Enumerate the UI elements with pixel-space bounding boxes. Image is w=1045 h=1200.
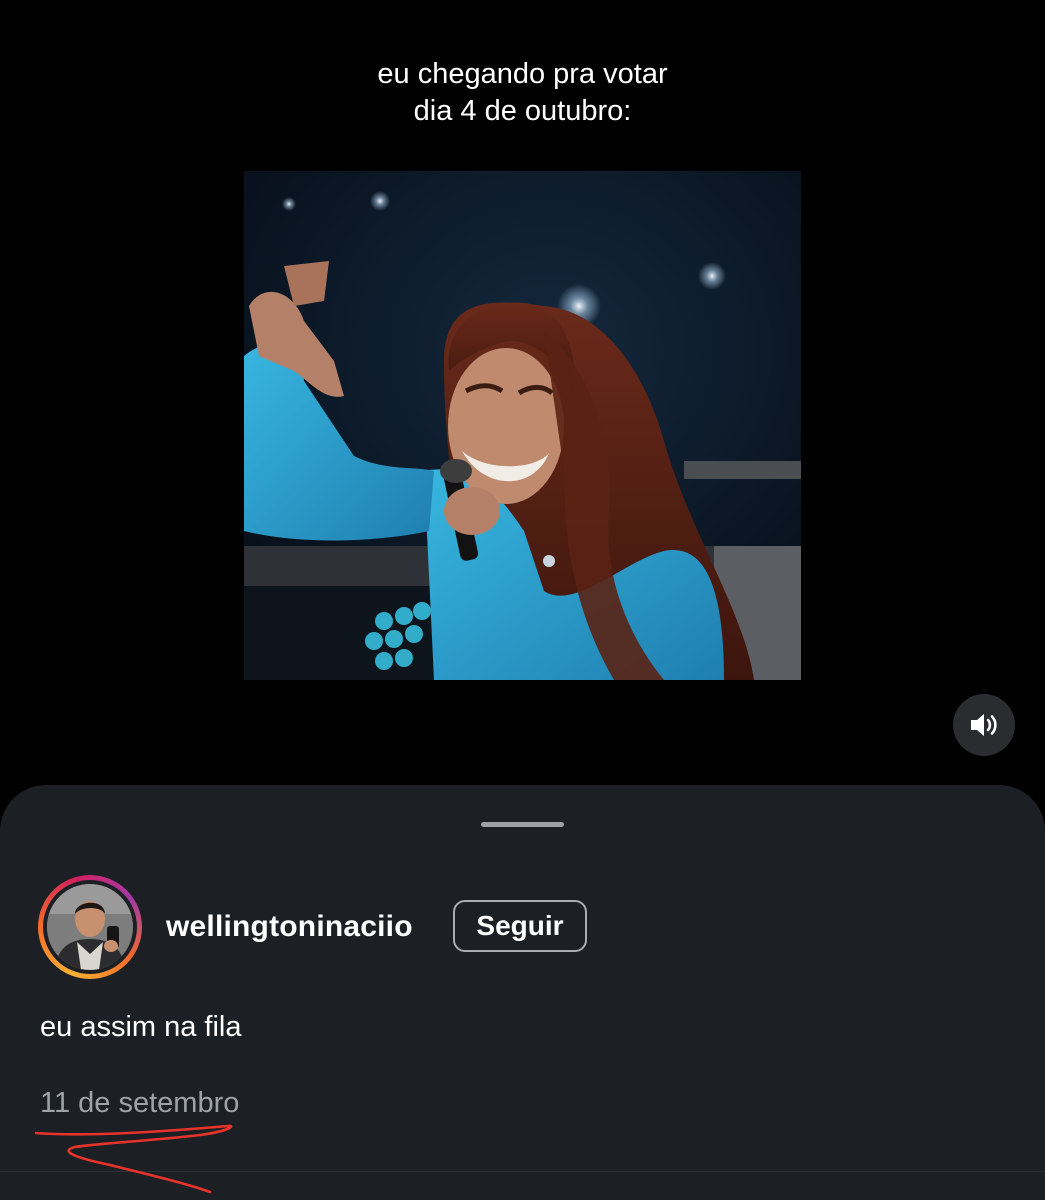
avatar[interactable] <box>47 884 133 970</box>
username[interactable]: wellingtoninaciio <box>166 910 413 944</box>
caption-line-2: dia 4 de outubro: <box>413 95 632 127</box>
divider <box>0 1171 1045 1172</box>
post-date: 11 de setembro <box>40 1087 240 1119</box>
sound-toggle-button[interactable] <box>953 694 1015 756</box>
sheet-grabber[interactable] <box>481 822 564 827</box>
post-caption: eu assim na fila <box>40 1011 242 1043</box>
story-screen: eu chegando pra votar dia 4 de outubro: <box>0 0 1045 1200</box>
avatar-photo <box>47 884 133 970</box>
video-frame[interactable] <box>244 171 801 680</box>
red-underline-annotation <box>34 1124 233 1194</box>
avatar-story-ring[interactable] <box>38 875 142 979</box>
caption-line-1: eu chegando pra votar <box>377 58 668 90</box>
video-player[interactable]: eu chegando pra votar dia 4 de outubro: <box>0 0 1045 800</box>
speaker-icon <box>971 714 997 736</box>
video-frame-image <box>244 171 801 680</box>
story-caption: eu chegando pra votar dia 4 de outubro: <box>0 56 1045 130</box>
post-info-sheet[interactable]: wellingtoninaciio Seguir eu assim na fil… <box>0 785 1045 1200</box>
follow-button[interactable]: Seguir <box>453 900 587 952</box>
